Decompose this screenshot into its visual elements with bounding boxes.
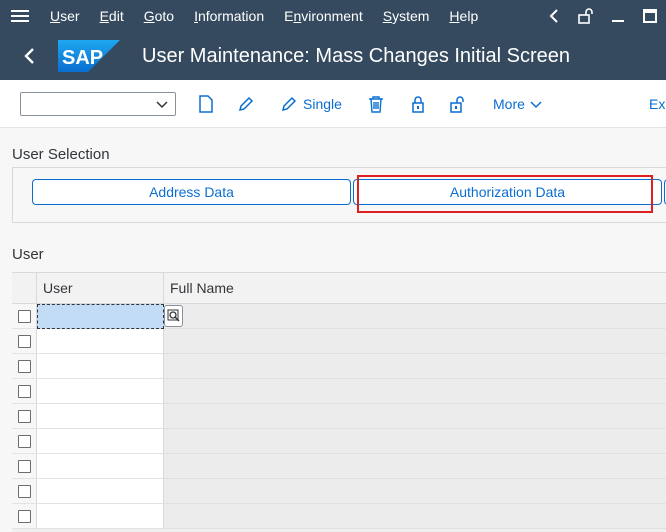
single-button[interactable]: Single — [280, 92, 342, 116]
hamburger-menu-icon[interactable] — [0, 0, 40, 32]
menu-edit[interactable]: Edit — [90, 0, 134, 32]
checkbox[interactable] — [17, 459, 31, 473]
checkbox[interactable] — [17, 334, 31, 348]
lock-icon — [412, 96, 424, 113]
menu-bar: User Edit Goto Information Environment S… — [0, 0, 666, 32]
pencil-icon — [238, 96, 254, 112]
user-input-cell[interactable] — [37, 404, 164, 429]
column-header-user[interactable]: User — [37, 273, 164, 304]
full-name-cell — [164, 404, 666, 429]
back-button[interactable] — [0, 32, 58, 80]
menu-system[interactable]: System — [373, 0, 440, 32]
menu-user[interactable]: User — [40, 0, 90, 32]
full-name-cell — [164, 429, 666, 454]
menu-items: User Edit Goto Information Environment S… — [40, 0, 488, 32]
user-table: User Full Name — [12, 272, 666, 532]
search-icon — [167, 309, 180, 322]
checkbox[interactable] — [17, 509, 31, 523]
unlock-button[interactable] — [448, 92, 468, 116]
full-name-cell — [164, 454, 666, 479]
full-name-cell — [164, 379, 666, 404]
document-icon — [199, 95, 213, 113]
user-input-cell[interactable] — [37, 304, 164, 329]
row-selector[interactable] — [12, 304, 37, 329]
row-selector-header[interactable] — [12, 273, 37, 304]
row-selector[interactable] — [12, 354, 37, 379]
column-header-full-name[interactable]: Full Name — [164, 273, 666, 304]
exit-button[interactable]: Exi — [649, 92, 666, 116]
user-input-cell[interactable] — [37, 429, 164, 454]
chevron-left-icon — [24, 48, 34, 64]
sap-logo: SAP — [58, 40, 120, 72]
unlock-icon[interactable] — [570, 0, 602, 32]
minimize-icon[interactable] — [602, 0, 634, 32]
delete-button[interactable] — [366, 92, 386, 116]
value-help-button[interactable] — [164, 305, 183, 327]
single-label: Single — [303, 96, 342, 112]
menu-information[interactable]: Information — [184, 0, 274, 32]
lock-button[interactable] — [408, 92, 428, 116]
full-name-cell — [164, 304, 666, 329]
row-selector[interactable] — [12, 479, 37, 504]
chevron-down-icon — [530, 101, 542, 109]
more-label: More — [493, 96, 525, 112]
user-input-cell[interactable] — [37, 379, 164, 404]
full-name-cell — [164, 329, 666, 354]
row-selector[interactable] — [12, 379, 37, 404]
address-data-button[interactable]: Address Data — [32, 179, 351, 205]
checkbox[interactable] — [17, 434, 31, 448]
pencil-icon — [281, 96, 297, 112]
toolbar: Single More Exi — [0, 80, 666, 128]
user-table-title: User — [12, 246, 44, 263]
highlight-box — [357, 175, 653, 213]
svg-text:SAP: SAP — [62, 47, 103, 69]
command-field-dropdown[interactable] — [20, 92, 176, 116]
trash-icon — [369, 96, 383, 113]
row-selector[interactable] — [12, 404, 37, 429]
exit-label: Exi — [649, 96, 666, 112]
checkbox[interactable] — [17, 484, 31, 498]
row-selector[interactable] — [12, 454, 37, 479]
chevron-down-icon — [156, 101, 168, 109]
row-selector[interactable] — [12, 429, 37, 454]
user-input-cell[interactable] — [37, 329, 164, 354]
menu-goto[interactable]: Goto — [134, 0, 184, 32]
edit-button[interactable] — [236, 92, 256, 116]
more-button[interactable]: More — [493, 92, 542, 116]
chevron-left-icon[interactable] — [538, 0, 570, 32]
row-selector[interactable] — [12, 329, 37, 354]
checkbox[interactable] — [17, 409, 31, 423]
unlock-icon — [450, 96, 464, 113]
user-input-cell[interactable] — [37, 479, 164, 504]
page-title: User Maintenance: Mass Changes Initial S… — [142, 44, 570, 67]
menu-environment[interactable]: Environment — [274, 0, 373, 32]
menu-help[interactable]: Help — [439, 0, 488, 32]
menu-right-controls — [538, 0, 666, 32]
user-input-cell[interactable] — [37, 354, 164, 379]
new-document-button[interactable] — [196, 92, 216, 116]
full-name-cell — [164, 354, 666, 379]
user-selection-title: User Selection — [12, 146, 110, 163]
full-name-cell — [164, 504, 666, 529]
row-selector[interactable] — [12, 504, 37, 529]
checkbox[interactable] — [17, 359, 31, 373]
full-name-cell — [164, 479, 666, 504]
user-input-cell[interactable] — [37, 504, 164, 529]
maximize-icon[interactable] — [634, 0, 666, 32]
title-bar: SAP User Maintenance: Mass Changes Initi… — [0, 32, 666, 80]
user-input-cell[interactable] — [37, 454, 164, 479]
checkbox[interactable] — [17, 309, 31, 323]
checkbox[interactable] — [17, 384, 31, 398]
